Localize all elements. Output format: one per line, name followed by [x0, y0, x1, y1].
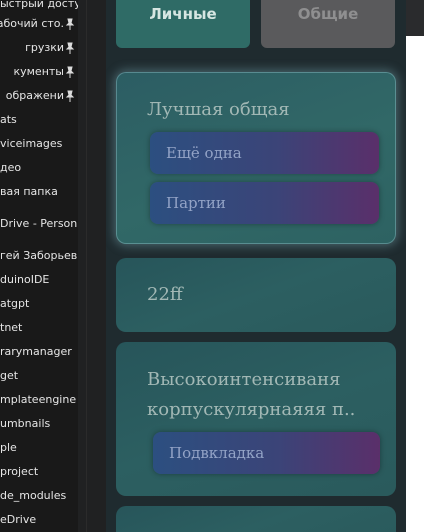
tab-personal[interactable]: Личные	[116, 0, 250, 48]
pin-icon	[65, 42, 75, 54]
sidebar-item-new-folder[interactable]: вая папка	[0, 182, 78, 202]
pin-icon	[65, 90, 75, 102]
card-title-line2: корпускулярнаяяя п..	[147, 399, 356, 420]
sidebar-item-label: гей Заборьев	[0, 249, 78, 262]
card-title-line1: Высокоинтенсиваня	[147, 369, 341, 390]
sidebar-item-quick-access[interactable]: ыстрый доступ	[0, 0, 78, 14]
right-pane-header	[406, 0, 424, 36]
sidebar-item-label: viceimages	[0, 137, 63, 150]
right-pane	[406, 0, 424, 532]
sidebar-item-chats[interactable]: ats	[0, 110, 78, 130]
sidebar-item-label: грузки	[25, 41, 64, 54]
card-title: 22ff	[147, 284, 183, 305]
sidebar-item-label: rarymanager	[0, 345, 72, 358]
tab-common[interactable]: Общие	[261, 0, 395, 48]
sidebar-item-dotnet[interactable]: tnet	[0, 318, 78, 338]
sidebar-item-node-modules[interactable]: de_modules	[0, 486, 78, 506]
sidebar-item-arduinoide[interactable]: duinoIDE	[0, 270, 78, 290]
sidebar-item-deviceimages[interactable]: viceimages	[0, 134, 78, 154]
subtab-chip[interactable]: Партии	[150, 182, 379, 224]
sidebar-item-label: ыстрый доступ	[0, 0, 78, 10]
sidebar-item-user-folder[interactable]: гей Заборьев	[0, 246, 78, 266]
sidebar-item-label: Drive - Person	[0, 217, 78, 230]
sidebar-item-label: део	[0, 161, 22, 174]
category-card-22ff[interactable]: 22ff	[116, 258, 396, 332]
sidebar-item-label: duinoIDE	[0, 273, 50, 286]
sidebar-item-label: umbnails	[0, 417, 51, 430]
sidebar-item-label: вая папка	[0, 185, 58, 198]
main-panel: Личные Общие Лучшая общая Ещё одна Парти…	[106, 0, 406, 532]
subtab-chip[interactable]: Ещё одна	[150, 132, 379, 174]
sidebar-item-label: get	[0, 369, 19, 382]
sidebar-item-label: de_modules	[0, 489, 67, 502]
sidebar-item-nuget[interactable]: get	[0, 366, 78, 386]
pin-icon	[65, 18, 75, 30]
category-card-next[interactable]	[116, 506, 396, 532]
sidebar-item-chatgpt[interactable]: atgpt	[0, 294, 78, 314]
sidebar-item-librarymanager[interactable]: rarymanager	[0, 342, 78, 362]
subtab-chip[interactable]: Подвкладка	[153, 432, 380, 474]
sidebar-divider	[86, 0, 87, 532]
sidebar-item-label: ple	[0, 441, 17, 454]
sidebar-item-label: atgpt	[0, 297, 30, 310]
category-card-best-common[interactable]: Лучшая общая Ещё одна Партии	[116, 72, 396, 244]
sidebar-item-thumbnails[interactable]: umbnails	[0, 414, 78, 434]
sidebar-item-downloads[interactable]: грузки	[0, 38, 78, 58]
sidebar-item-templateengine[interactable]: mplateengine	[0, 390, 78, 410]
sidebar-item-label: tnet	[0, 321, 23, 334]
sidebar-item-label: кументы	[13, 65, 64, 78]
sidebar-item-label: project	[0, 465, 39, 478]
sidebar-item-video[interactable]: део	[0, 158, 78, 178]
sidebar-item-label: ображени	[5, 89, 64, 102]
category-card-intensive[interactable]: Высокоинтенсиваня корпускулярнаяяя п.. П…	[116, 342, 396, 496]
sidebar-item-images[interactable]: ображени	[0, 86, 78, 106]
sidebar-item-label: ats	[0, 113, 17, 126]
sidebar-item-documents[interactable]: кументы	[0, 62, 78, 82]
sidebar-item-label: mplateengine	[0, 393, 77, 406]
pin-icon	[65, 66, 75, 78]
sidebar-item-label: eDrive	[0, 513, 37, 526]
sidebar-item-onedrive[interactable]: eDrive	[0, 510, 78, 530]
sidebar-item-onedrive-personal[interactable]: Drive - Person	[0, 214, 78, 234]
card-title: Лучшая общая	[147, 99, 290, 120]
sidebar-item-label: абочий сто.	[0, 17, 64, 30]
sidebar-item-sample[interactable]: ple	[0, 438, 78, 458]
sidebar-item-project[interactable]: project	[0, 462, 78, 482]
explorer-sidebar: ыстрый доступ абочий сто. грузки кументы…	[0, 0, 78, 532]
sidebar-item-desktop[interactable]: абочий сто.	[0, 14, 78, 34]
sidebar-gutter	[78, 0, 106, 532]
